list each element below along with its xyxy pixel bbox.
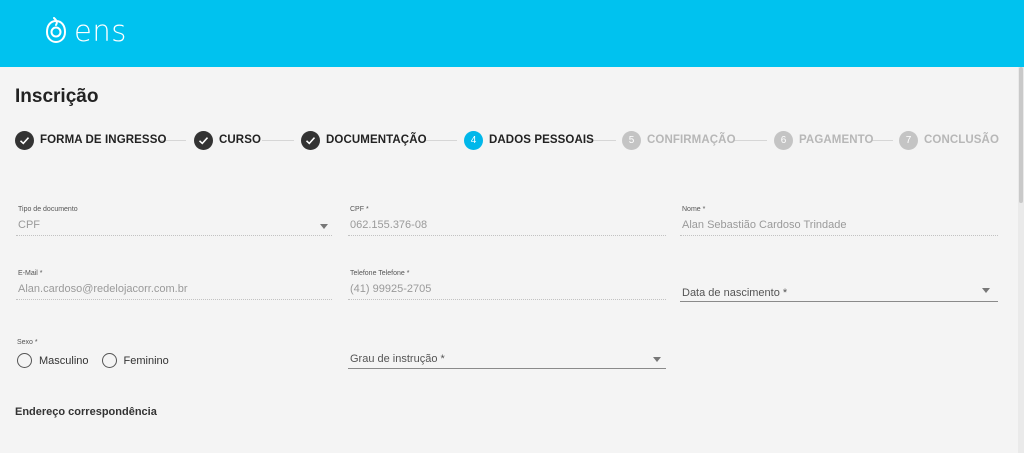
- step-label: FORMA DE INGRESSO: [40, 134, 167, 146]
- step-documentacao[interactable]: DOCUMENTAÇÃO: [301, 130, 427, 150]
- field-underline: [348, 235, 666, 236]
- ens-logo-icon: [45, 17, 67, 44]
- step-forma-de-ingresso[interactable]: FORMA DE INGRESSO: [15, 130, 167, 150]
- data-nascimento-placeholder: Data de nascimento *: [682, 287, 788, 299]
- email-value: Alan.cardoso@redelojacorr.com.br: [18, 283, 188, 295]
- telefone-value: (41) 99925-2705: [350, 283, 432, 295]
- dropdown-arrow-icon: [982, 288, 990, 293]
- grau-instrucao-placeholder: Grau de instrução *: [350, 353, 445, 365]
- step-number: 7: [899, 130, 918, 150]
- progress-stepper: FORMA DE INGRESSO CURSO DOCUMENTAÇÃO 4 D…: [0, 130, 1010, 152]
- cpf-label: CPF *: [350, 206, 369, 213]
- step-label: PAGAMENTO: [799, 134, 874, 146]
- step-conclusao[interactable]: 7 CONCLUSÃO: [899, 130, 999, 150]
- radio-button[interactable]: [17, 353, 32, 368]
- step-label: DADOS PESSOAIS: [489, 134, 594, 146]
- radio-masculino[interactable]: Masculino: [17, 353, 89, 368]
- step-number: 6: [774, 130, 793, 150]
- field-underline: [16, 299, 332, 300]
- endereco-section-heading: Endereço correspondência: [15, 406, 157, 418]
- step-pagamento[interactable]: 6 PAGAMENTO: [774, 130, 874, 150]
- brand-name: ens: [74, 14, 127, 48]
- step-curso[interactable]: CURSO: [194, 130, 261, 150]
- step-connector: [871, 140, 893, 141]
- brand-logo[interactable]: ens: [44, 14, 127, 48]
- check-icon: [194, 130, 213, 150]
- step-connector: [734, 140, 767, 141]
- step-connector: [262, 140, 294, 141]
- step-connector: [425, 140, 457, 141]
- sexo-label: Sexo *: [17, 339, 38, 346]
- scrollbar-thumb[interactable]: [1019, 67, 1023, 203]
- data-nascimento-select[interactable]: Data de nascimento *: [680, 285, 998, 303]
- nome-field[interactable]: Nome * Alan Sebastião Cardoso Trindade: [680, 206, 998, 238]
- field-underline: [16, 235, 332, 236]
- radio-label: Feminino: [123, 354, 169, 367]
- check-icon: [301, 130, 320, 150]
- step-number: 4: [464, 130, 483, 150]
- step-label: CURSO: [219, 134, 262, 146]
- step-number: 5: [622, 130, 641, 150]
- tipo-documento-select[interactable]: Tipo de documento CPF: [16, 206, 332, 238]
- nome-value: Alan Sebastião Cardoso Trindade: [682, 219, 847, 231]
- telefone-field[interactable]: Telefone Telefone * (41) 99925-2705: [348, 270, 666, 302]
- email-field[interactable]: E-Mail * Alan.cardoso@redelojacorr.com.b…: [16, 270, 332, 302]
- telefone-label: Telefone Telefone *: [350, 270, 410, 277]
- step-confirmacao[interactable]: 5 CONFIRMAÇÃO: [622, 130, 736, 150]
- radio-label: Masculino: [39, 354, 89, 367]
- cpf-value: 062.155.376-08: [350, 219, 428, 231]
- grau-instrucao-select[interactable]: Grau de instrução *: [348, 352, 666, 370]
- step-dados-pessoais[interactable]: 4 DADOS PESSOAIS: [464, 130, 594, 150]
- tipo-documento-label: Tipo de documento: [18, 206, 78, 213]
- page-scrollbar[interactable]: [1018, 67, 1024, 453]
- step-label: DOCUMENTAÇÃO: [326, 134, 427, 146]
- cpf-field[interactable]: CPF * 062.155.376-08: [348, 206, 666, 238]
- tipo-documento-value: CPF: [18, 219, 40, 231]
- top-bar: ens: [0, 0, 1024, 67]
- email-label: E-Mail *: [18, 270, 43, 277]
- nome-label: Nome *: [682, 206, 706, 213]
- field-underline: [680, 301, 998, 302]
- radio-button[interactable]: [101, 353, 117, 368]
- step-label: CONFIRMAÇÃO: [647, 134, 736, 146]
- field-underline: [348, 299, 666, 300]
- step-label: CONCLUSÃO: [924, 134, 1000, 146]
- field-underline: [680, 235, 998, 236]
- field-underline: [348, 368, 666, 369]
- dropdown-arrow-icon: [653, 357, 661, 362]
- sexo-radio-group: Masculino Feminino: [17, 353, 182, 368]
- check-icon: [15, 130, 34, 150]
- radio-feminino[interactable]: Feminino: [101, 353, 169, 368]
- page-title: Inscrição: [15, 86, 99, 107]
- dropdown-arrow-icon: [320, 224, 328, 229]
